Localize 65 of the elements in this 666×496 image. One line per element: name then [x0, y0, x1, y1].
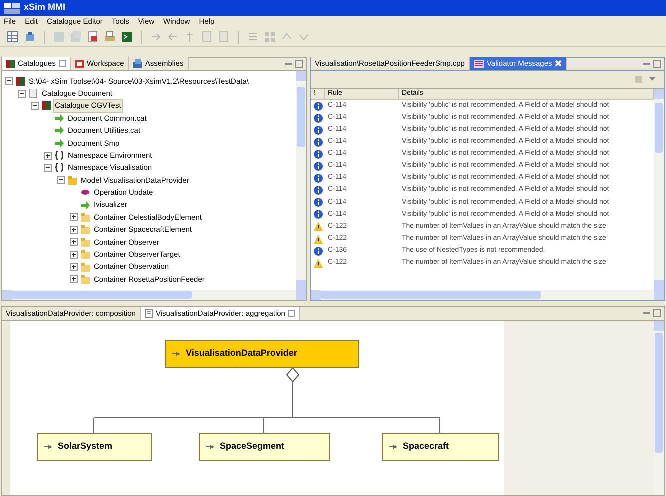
operation-icon [81, 188, 90, 198]
horizontal-scrollbar[interactable] [2, 290, 306, 300]
toolbar-button[interactable] [120, 30, 134, 44]
class-icon [172, 351, 180, 357]
list-icon [247, 31, 259, 43]
expand-icon[interactable] [70, 238, 78, 246]
maximize-icon[interactable] [653, 309, 661, 317]
page-icon [218, 31, 230, 43]
class-node[interactable]: VisualisationDataProvider [165, 340, 359, 368]
class-node[interactable]: SpaceSegment [199, 433, 330, 461]
expand-icon[interactable] [70, 263, 78, 272]
class-node[interactable]: SolarSystem [37, 433, 152, 461]
minimize-icon[interactable] [285, 61, 293, 67]
vertical-scrollbar[interactable] [654, 89, 664, 290]
maximize-icon[interactable] [653, 60, 661, 68]
vertical-scrollbar[interactable] [654, 321, 664, 495]
collapse-icon[interactable] [31, 102, 39, 110]
class-icon [389, 444, 397, 450]
list-icon [474, 60, 484, 68]
app-icon [4, 2, 20, 14]
expand-icon[interactable] [70, 275, 78, 284]
menu-icon[interactable] [649, 77, 656, 82]
minimize-icon[interactable] [643, 310, 651, 316]
stack-icon [133, 58, 142, 68]
collapse-icon[interactable] [57, 176, 65, 184]
class-node[interactable]: Spacecraft [382, 433, 499, 461]
catalogue-icon [16, 76, 25, 86]
close-icon[interactable] [288, 310, 296, 317]
minimize-icon[interactable] [643, 61, 651, 67]
maximize-icon[interactable] [295, 60, 303, 68]
save-all-icon [70, 31, 82, 43]
grid-icon [7, 31, 19, 43]
window-title: xSim MMI [24, 1, 66, 14]
catalogue-icon [42, 101, 51, 110]
expand-icon[interactable] [70, 213, 78, 222]
tool-icon [24, 31, 36, 43]
expand-icon[interactable] [44, 152, 52, 160]
collapse-icon[interactable] [5, 77, 13, 86]
arrow-icon [81, 200, 90, 210]
collapse-icon[interactable] [44, 164, 52, 172]
terminal-icon [121, 31, 133, 43]
toolbar-button[interactable] [86, 30, 100, 44]
arrow-icon [167, 31, 179, 43]
diagram-icon [144, 309, 153, 318]
printer-icon [104, 31, 116, 43]
document-icon [29, 89, 38, 98]
save-icon [53, 31, 65, 43]
page-icon [87, 31, 99, 43]
toolbar-button[interactable] [103, 30, 117, 44]
page-icon [201, 31, 213, 43]
collapse-icon[interactable] [18, 90, 26, 98]
braces-icon [55, 151, 64, 160]
expand-icon[interactable] [70, 250, 78, 259]
toolbar-button[interactable] [23, 30, 37, 44]
toolbar-button[interactable] [6, 30, 20, 44]
class-icon [206, 444, 214, 450]
vertical-scrollbar[interactable] [296, 71, 306, 290]
grid-icon [264, 31, 276, 43]
expand-icon[interactable] [70, 226, 78, 234]
class-icon [44, 444, 52, 450]
braces-icon [55, 163, 64, 172]
horizontal-scrollbar[interactable] [311, 290, 664, 300]
arrow-icon [150, 31, 162, 43]
catalogue-icon [6, 58, 15, 68]
close-icon[interactable] [58, 60, 66, 67]
